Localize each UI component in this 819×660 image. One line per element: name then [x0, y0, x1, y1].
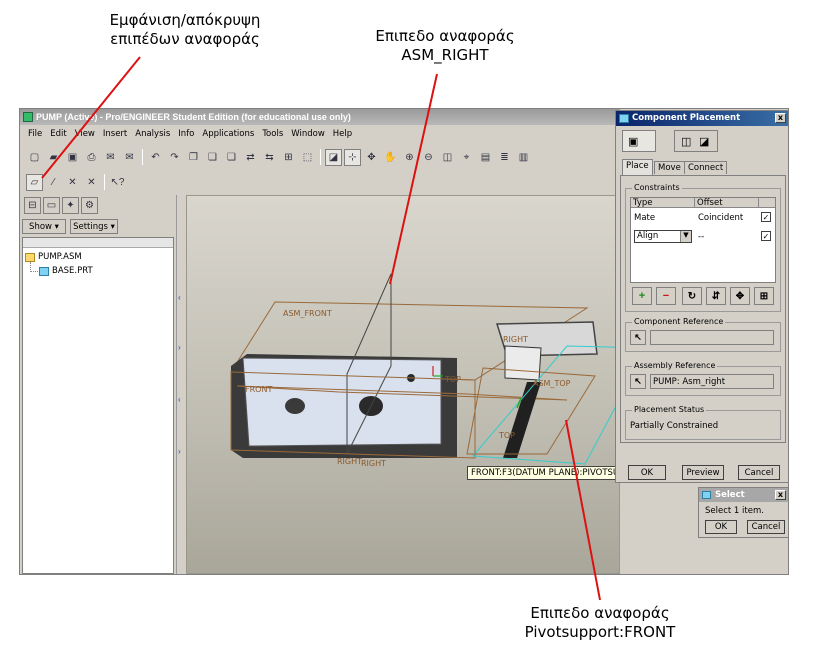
annotation-arrows	[41, 56, 601, 601]
annotation-arrow	[389, 73, 438, 285]
annotation-arrow	[565, 419, 601, 601]
annotation-arrow	[41, 56, 141, 179]
